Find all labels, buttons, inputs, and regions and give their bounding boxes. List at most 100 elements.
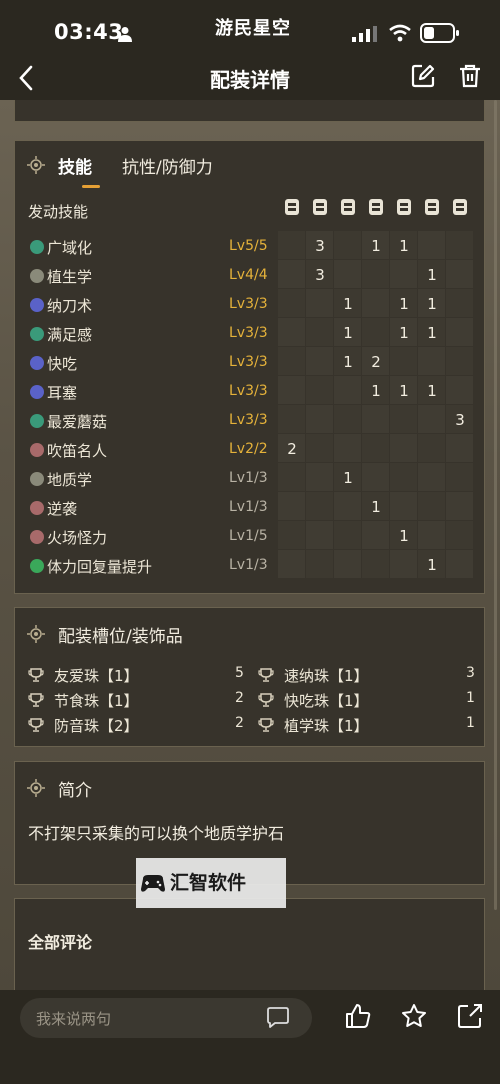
decoration-count: 1 — [466, 715, 475, 731]
comment-bubble-icon[interactable] — [265, 1006, 291, 1030]
skill-name: 逆袭 — [47, 500, 78, 518]
skill-level: Lv4/4 — [229, 267, 268, 283]
skill-points-cell: 1 — [399, 324, 409, 342]
skill-gem-icon — [30, 472, 44, 486]
brand-logo-text: 游民星空 — [215, 18, 291, 39]
decoration-jewel-icon — [258, 718, 274, 732]
skill-row[interactable]: 快吃 Lv3/3 1 2 — [15, 349, 486, 378]
skill-row[interactable]: 体力回复量提升 Lv1/3 1 — [15, 552, 486, 581]
skill-level: Lv3/3 — [229, 412, 268, 428]
skill-row[interactable]: 纳刀术 Lv3/3 1 1 1 — [15, 291, 486, 320]
skill-points-cell: 1 — [343, 353, 353, 371]
gear-emblem-icon — [27, 625, 45, 643]
skill-level: Lv1/5 — [229, 528, 268, 544]
decoration-item[interactable]: 防音珠【2】 2 — [28, 714, 248, 738]
skill-row[interactable]: 广域化 Lv5/5 3 1 1 — [15, 233, 486, 262]
decoration-count: 3 — [466, 665, 475, 681]
comment-input-placeholder: 我来说两句 — [36, 1010, 112, 1028]
skill-name: 满足感 — [47, 326, 93, 344]
scrollbar[interactable] — [494, 100, 497, 910]
skill-name: 地质学 — [47, 471, 93, 489]
skill-name: 广域化 — [47, 239, 93, 257]
active-skills-label: 发动技能 — [28, 203, 89, 221]
waist-icon — [397, 199, 411, 215]
delete-icon[interactable] — [457, 63, 483, 89]
edit-icon[interactable] — [410, 63, 436, 89]
favorite-star-icon[interactable] — [400, 1002, 428, 1030]
skill-row[interactable]: 最爱蘑菇 Lv3/3 3 — [15, 407, 486, 436]
decoration-count: 1 — [466, 690, 475, 706]
gamepad-icon — [141, 875, 165, 892]
decoration-jewel-icon — [28, 668, 44, 682]
decoration-item[interactable]: 速纳珠【1】 3 — [258, 664, 478, 688]
decoration-name: 友爱珠【1】 — [54, 667, 139, 685]
skill-gem-icon — [30, 414, 44, 428]
skill-name: 吹笛名人 — [47, 442, 108, 460]
skill-row[interactable]: 火场怪力 Lv1/5 1 — [15, 523, 486, 552]
skill-row[interactable]: 地质学 Lv1/3 1 — [15, 465, 486, 494]
skill-points-cell: 1 — [371, 498, 381, 516]
skill-name: 火场怪力 — [47, 529, 108, 547]
comment-input[interactable]: 我来说两句 — [20, 998, 312, 1038]
skill-row[interactable]: 逆袭 Lv1/3 1 — [15, 494, 486, 523]
skill-points-cell: 1 — [399, 527, 409, 545]
tab-skills[interactable]: 技能 — [58, 153, 92, 178]
skill-level: Lv1/3 — [229, 470, 268, 486]
skill-points-cell: 1 — [371, 237, 381, 255]
skill-level: Lv3/3 — [229, 296, 268, 312]
decoration-item[interactable]: 节食珠【1】 2 — [28, 689, 248, 713]
skill-points-cell: 2 — [287, 440, 297, 458]
skill-points-cell: 1 — [399, 295, 409, 313]
decoration-name: 防音珠【2】 — [54, 717, 139, 735]
skill-gem-icon — [30, 298, 44, 312]
decoration-jewel-icon — [28, 718, 44, 732]
skill-gem-icon — [30, 269, 44, 283]
skill-row[interactable]: 植生学 Lv4/4 3 1 — [15, 262, 486, 291]
watermark-text: 汇智软件 — [170, 872, 247, 894]
tab-resistance-defense[interactable]: 抗性/防御力 — [122, 153, 213, 178]
battery-icon — [420, 23, 459, 43]
skill-points-cell: 3 — [315, 237, 325, 255]
skill-gem-icon — [30, 356, 44, 370]
skill-gem-icon — [30, 530, 44, 544]
skill-points-cell: 1 — [427, 324, 437, 342]
skill-level: Lv1/3 — [229, 557, 268, 573]
watermark: 汇智软件 — [136, 858, 286, 908]
skill-row[interactable]: 吹笛名人 Lv2/2 2 — [15, 436, 486, 465]
skill-level: Lv5/5 — [229, 238, 268, 254]
share-icon[interactable] — [456, 1002, 484, 1030]
skill-points-cell: 1 — [371, 382, 381, 400]
skill-points-cell: 1 — [399, 237, 409, 255]
nav-bar: 配装详情 — [0, 56, 500, 100]
status-time: 03:43 — [54, 20, 124, 44]
decorations-title: 配装槽位/装饰品 — [58, 627, 183, 647]
previous-panel-edge — [14, 100, 485, 122]
decoration-jewel-icon — [258, 693, 274, 707]
decoration-count: 5 — [235, 665, 244, 681]
skill-row[interactable]: 满足感 Lv3/3 1 1 1 — [15, 320, 486, 349]
weapon-icon — [285, 199, 299, 215]
decoration-item[interactable]: 植学珠【1】 1 — [258, 714, 478, 738]
skill-points-cell: 1 — [343, 295, 353, 313]
decoration-item[interactable]: 快吃珠【1】 1 — [258, 689, 478, 713]
skill-gem-icon — [30, 327, 44, 341]
decoration-count: 2 — [235, 690, 244, 706]
skill-points-cell: 3 — [455, 411, 465, 429]
decoration-jewel-icon — [258, 668, 274, 682]
skill-level: Lv1/3 — [229, 499, 268, 515]
chest-icon — [341, 199, 355, 215]
skill-name: 耳塞 — [47, 384, 78, 402]
decoration-item[interactable]: 友爱珠【1】 5 — [28, 664, 248, 688]
legs-icon — [425, 199, 439, 215]
skill-row[interactable]: 耳塞 Lv3/3 1 1 1 — [15, 378, 486, 407]
decoration-count: 2 — [235, 715, 244, 731]
decorations-panel: 配装槽位/装饰品 友爱珠【1】 5 节食珠【1】 2 防音珠【2】 2 速纳珠【1】 3 快吃珠… — [14, 607, 485, 747]
skill-name: 纳刀术 — [47, 297, 93, 315]
all-comments-title: 全部评论 — [28, 933, 93, 952]
gear-emblem-icon — [27, 779, 45, 797]
skill-name: 快吃 — [47, 355, 78, 373]
decoration-name: 速纳珠【1】 — [284, 667, 369, 685]
skills-panel: 技能 抗性/防御力 发动技能 广域化 Lv5/5 3 1 1 植生学 Lv4/4 3 1 纳刀术 L… — [14, 140, 485, 594]
like-icon[interactable] — [344, 1002, 372, 1030]
skill-gem-icon — [30, 501, 44, 515]
